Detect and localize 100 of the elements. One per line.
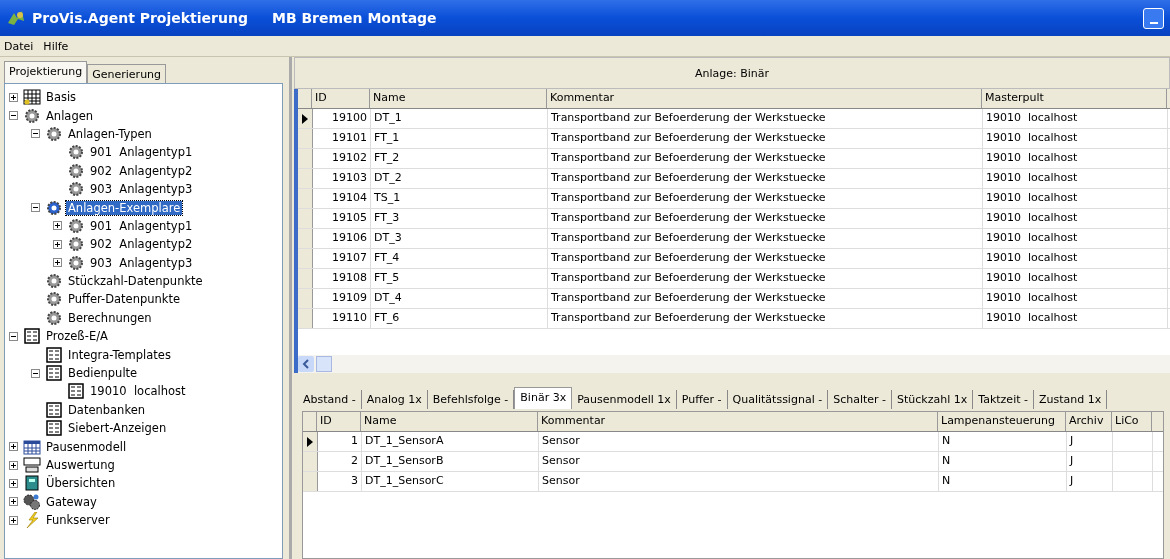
tree-item[interactable]: Übersichten <box>44 476 118 491</box>
column-header[interactable]: Name <box>361 412 538 431</box>
table-cell: FT_2 <box>371 149 548 168</box>
tree-item[interactable]: 903 Anlagentyp3 <box>88 255 195 270</box>
gear-icon <box>67 181 85 198</box>
table-cell: 19010 localhost <box>983 109 1168 128</box>
table-cell: Transportband zur Befoerderung der Werkstuecke <box>548 229 983 248</box>
table-cell: N <box>939 452 1067 471</box>
expander-icon[interactable] <box>9 331 20 341</box>
expander-icon[interactable] <box>9 442 20 452</box>
gear-icon <box>67 162 85 179</box>
tree-item[interactable]: Integra-Templates <box>66 347 173 362</box>
tab[interactable]: Generierung <box>87 64 167 83</box>
tree-item[interactable]: Basis <box>44 90 79 105</box>
table-cell: Transportband zur Befoerderung der Werkstuecke <box>548 309 983 328</box>
column-header[interactable]: LiCo <box>1112 412 1152 431</box>
table-cell: N <box>939 472 1067 491</box>
column-header[interactable]: ID <box>312 89 370 108</box>
table-cell: Transportband zur Befoerderung der Werkstuecke <box>548 289 983 308</box>
tab[interactable]: Binär 3x <box>514 387 573 409</box>
expander-icon[interactable] <box>53 221 64 231</box>
column-header[interactable]: Archiv <box>1066 412 1112 431</box>
column-header[interactable]: Kommentar <box>538 412 938 431</box>
tab[interactable]: Schalter - <box>828 390 893 409</box>
expander-icon[interactable] <box>9 92 20 102</box>
table-cell: 19103 <box>313 169 371 188</box>
row-indicator[interactable] <box>303 432 318 451</box>
tab[interactable]: Taktzeit - <box>973 390 1034 409</box>
list-icon <box>45 365 63 382</box>
table-cell: FT_5 <box>371 269 548 288</box>
table-cell: 19106 <box>313 229 371 248</box>
table-cell: FT_4 <box>371 249 548 268</box>
tree-item[interactable]: Datenbanken <box>66 402 148 417</box>
tab[interactable]: Zustand 1x <box>1033 390 1108 409</box>
tree-item[interactable]: Gateway <box>44 494 99 509</box>
table-cell: DT_1_SensorB <box>362 452 539 471</box>
tab[interactable]: Stückzahl 1x <box>892 390 974 409</box>
menu-item[interactable]: Datei <box>4 39 34 53</box>
tab[interactable]: Puffer - <box>676 390 728 409</box>
expander-icon[interactable] <box>9 515 20 525</box>
table-cell: J <box>1067 452 1113 471</box>
column-header[interactable]: Lampenansteuerung <box>938 412 1066 431</box>
table-cell: FT_3 <box>371 209 548 228</box>
tree-item[interactable]: 902 Anlagentyp2 <box>88 237 195 252</box>
tree-item[interactable]: 901 Anlagentyp1 <box>88 218 195 233</box>
tree-item[interactable]: 901 Anlagentyp1 <box>88 145 195 160</box>
table-cell: Sensor <box>539 432 939 451</box>
table-cell: 19010 localhost <box>983 289 1168 308</box>
tab[interactable]: Abstand - <box>298 390 362 409</box>
current-row-icon <box>307 436 313 447</box>
column-header[interactable]: Name <box>370 89 547 108</box>
expander-icon[interactable] <box>31 368 42 378</box>
tab[interactable]: Qualitätssignal - <box>727 390 829 409</box>
column-header[interactable]: Masterpult <box>982 89 1167 108</box>
table-cell: 2 <box>318 452 362 471</box>
tree-item[interactable]: Anlagen-Typen <box>66 126 154 141</box>
gear-icon <box>45 309 63 326</box>
expander-icon[interactable] <box>9 111 20 121</box>
table-cell: DT_1_SensorC <box>362 472 539 491</box>
tree-item[interactable]: Siebert-Anzeigen <box>66 421 169 436</box>
tab[interactable]: Pausenmodell 1x <box>572 390 677 409</box>
expander-icon[interactable] <box>9 497 20 507</box>
scroll-left-button[interactable] <box>298 356 314 372</box>
tree-item[interactable]: Auswertung <box>44 458 117 472</box>
tab[interactable]: Projektierung <box>4 61 88 83</box>
gear-icon <box>45 273 63 290</box>
tree-item[interactable]: Pausenmodell <box>44 439 129 454</box>
expander-icon[interactable] <box>9 460 20 470</box>
tree-item[interactable]: 19010 localhost <box>88 384 188 399</box>
tree-item[interactable]: 903 Anlagentyp3 <box>88 182 195 197</box>
table-cell: Sensor <box>539 452 939 471</box>
panel-title: Anlage: Binär <box>294 57 1170 89</box>
table-cell: Sensor <box>539 472 939 491</box>
tab[interactable]: Analog 1x <box>361 390 428 409</box>
table-cell: 19109 <box>313 289 371 308</box>
tree-item[interactable]: Anlagen <box>44 108 96 123</box>
table-cell: 19010 localhost <box>983 209 1168 228</box>
tree-item[interactable]: Anlagen-Exemplare <box>66 200 183 215</box>
table-cell: 3 <box>318 472 362 491</box>
table-cell: TS_1 <box>371 189 548 208</box>
minimize-button[interactable] <box>1143 7 1164 29</box>
row-indicator[interactable] <box>298 109 313 128</box>
tree-item[interactable]: Funkserver <box>44 513 112 528</box>
column-header[interactable]: Kommentar <box>547 89 982 108</box>
menu-item[interactable]: Hilfe <box>43 39 69 53</box>
tree-item[interactable]: Prozeß-E/A <box>44 329 110 344</box>
expander-icon[interactable] <box>53 239 64 249</box>
tree-item[interactable]: Puffer-Datenpunkte <box>66 292 183 307</box>
column-header[interactable]: ID <box>317 412 361 431</box>
expander-icon[interactable] <box>9 478 20 488</box>
tree-item[interactable]: Stückzahl-Datenpunkte <box>66 274 205 289</box>
tree-item[interactable]: Berechnungen <box>66 310 154 325</box>
tree-item[interactable]: 902 Anlagentyp2 <box>88 163 195 178</box>
expander-icon[interactable] <box>31 129 42 139</box>
gear-icon <box>45 291 63 308</box>
scroll-thumb[interactable] <box>316 356 332 372</box>
expander-icon[interactable] <box>53 258 64 268</box>
table-cell: DT_3 <box>371 229 548 248</box>
expander-icon[interactable] <box>31 203 42 213</box>
tree-item[interactable]: Bedienpulte <box>66 366 140 381</box>
